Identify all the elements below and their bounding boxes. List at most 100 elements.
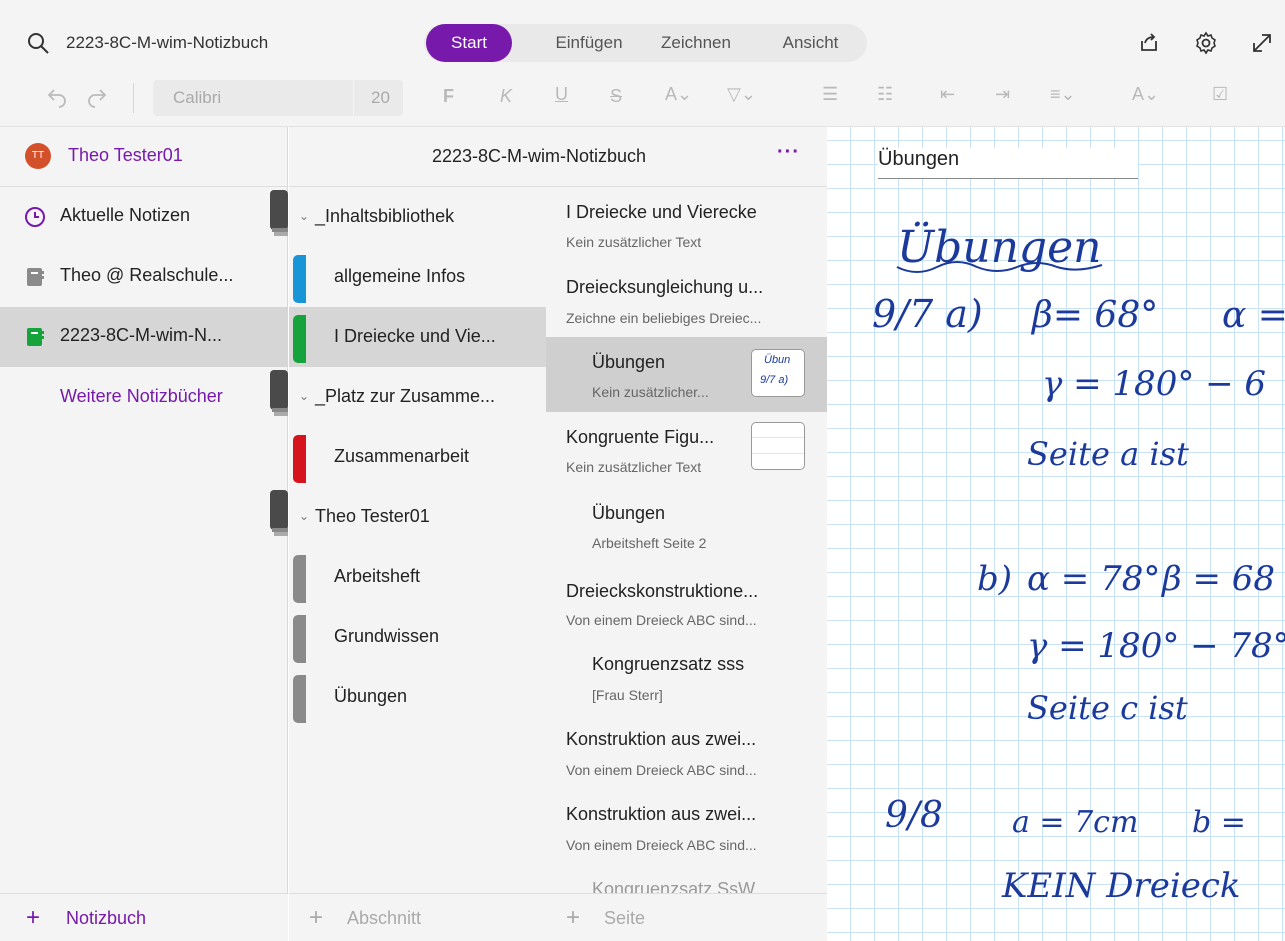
styles-icon[interactable]: A⌄ bbox=[1132, 84, 1159, 105]
section-group-theo[interactable]: ⌄ Theo Tester01 bbox=[289, 487, 546, 547]
add-notebook-button[interactable]: + Notizbuch bbox=[0, 893, 288, 941]
notebook-item-current[interactable]: 2223-8C-M-wim-N... bbox=[0, 307, 288, 367]
page-title: Übungen bbox=[592, 503, 666, 523]
page-item[interactable]: Dreiecksungleichung u... Zeichne ein bel… bbox=[546, 263, 827, 335]
ribbon-tabs: Start Einfügen Zeichnen Ansicht bbox=[424, 24, 867, 62]
page-item[interactable]: Kongruente Figu... Kein zusätzlicher Tex… bbox=[546, 412, 827, 487]
outdent-icon[interactable]: ⇤ bbox=[940, 84, 955, 105]
thumbnail-text: 9/7 a) bbox=[760, 374, 789, 386]
hw-text: α = bbox=[1222, 295, 1285, 336]
page-preview: Zeichne ein beliebiges Dreiec... bbox=[566, 310, 762, 326]
hw-text: 9/8 bbox=[885, 795, 943, 836]
hw-text: b) bbox=[977, 559, 1012, 599]
page-item[interactable]: Dreieckskonstruktione... Von einem Dreie… bbox=[546, 565, 827, 640]
notebook-label: 2223-8C-M-wim-N... bbox=[60, 325, 223, 345]
font-selector[interactable]: Calibri 20 bbox=[153, 80, 403, 116]
section-group-inhaltsbibliothek[interactable]: ⌄ _Inhaltsbibliothek bbox=[289, 187, 546, 247]
page-preview: Von einem Dreieck ABC sind... bbox=[566, 762, 757, 778]
section-color-tab bbox=[293, 555, 306, 603]
clock-icon bbox=[25, 207, 45, 227]
undo-icon[interactable] bbox=[46, 86, 68, 108]
section-item-grundwissen[interactable]: Grundwissen bbox=[289, 607, 546, 667]
bullet-list-icon[interactable]: ☰ bbox=[822, 84, 838, 105]
top-toolbar: 2223-8C-M-wim-Notizbuch Start Einfügen Z… bbox=[0, 0, 1285, 127]
section-color-tab bbox=[293, 675, 306, 723]
chevron-down-icon: ⌄ bbox=[299, 389, 310, 403]
page-title: Konstruktion aus zwei... bbox=[566, 729, 757, 749]
sections-header: 2223-8C-M-wim-Notizbuch ··· bbox=[289, 127, 827, 187]
section-label: Zusammenarbeit bbox=[334, 446, 470, 466]
tab-ansicht[interactable]: Ansicht bbox=[768, 24, 853, 62]
add-section-button[interactable]: + Abschnitt bbox=[289, 893, 546, 941]
hw-text: KEIN Dreieck bbox=[1001, 866, 1240, 906]
page-title-field[interactable]: Übungen bbox=[878, 148, 1138, 179]
section-item-allgemeine-infos[interactable]: allgemeine Infos bbox=[289, 247, 546, 307]
page-title: Dreiecksungleichung u... bbox=[566, 277, 764, 297]
share-icon[interactable] bbox=[1137, 31, 1161, 55]
page-preview: Arbeitsheft Seite 2 bbox=[592, 535, 707, 551]
settings-gear-icon[interactable] bbox=[1194, 31, 1218, 55]
notebook-title: 2223-8C-M-wim-Notizbuch bbox=[66, 33, 269, 52]
tab-zeichnen[interactable]: Zeichnen bbox=[646, 24, 746, 62]
expand-icon[interactable] bbox=[1250, 31, 1274, 55]
account-name[interactable]: Theo Tester01 bbox=[68, 145, 183, 166]
page-preview: Von einem Dreieck ABC sind... bbox=[566, 612, 757, 628]
add-section-label: Abschnitt bbox=[347, 908, 422, 928]
page-item[interactable]: Übungen Arbeitsheft Seite 2 bbox=[546, 490, 827, 560]
highlight-icon[interactable]: ▽⌄ bbox=[727, 84, 756, 105]
page-item[interactable]: Konstruktion aus zwei... Von einem Dreie… bbox=[546, 715, 827, 790]
section-color-tab bbox=[293, 315, 306, 363]
notebook-label: Aktuelle Notizen bbox=[60, 205, 191, 225]
chevron-down-icon: ⌄ bbox=[299, 509, 310, 523]
redo-icon[interactable] bbox=[86, 86, 108, 108]
add-notebook-label: Notizbuch bbox=[66, 908, 147, 928]
more-options-icon[interactable]: ··· bbox=[777, 141, 800, 164]
section-color-tab bbox=[293, 435, 306, 483]
strikethrough-icon[interactable]: S bbox=[610, 86, 622, 107]
section-group-zusammenarbeit[interactable]: ⌄ _Platz zur Zusamme... bbox=[289, 367, 546, 427]
indent-icon[interactable]: ⇥ bbox=[995, 84, 1010, 105]
notebook-label: Theo @ Realschule... bbox=[60, 265, 234, 285]
toolbar-divider bbox=[133, 83, 134, 113]
avatar[interactable]: TT bbox=[25, 143, 51, 169]
page-title: Kongruenzsatz sss bbox=[592, 654, 745, 674]
section-label: Arbeitsheft bbox=[334, 566, 421, 586]
font-color-icon[interactable]: A⌄ bbox=[665, 84, 692, 105]
search-icon[interactable] bbox=[27, 32, 49, 54]
tab-einfuegen[interactable]: Einfügen bbox=[544, 24, 634, 62]
page-item[interactable]: Kongruenzsatz SsW bbox=[546, 865, 827, 893]
notebook-item-recent[interactable]: Aktuelle Notizen bbox=[0, 187, 288, 247]
notebook-item-realschule[interactable]: Theo @ Realschule... bbox=[0, 247, 288, 307]
page-item[interactable]: I Dreiecke und Vierecke Kein zusätzliche… bbox=[546, 187, 827, 250]
hw-text: γ = 180° − 78° bbox=[1027, 626, 1285, 666]
page-preview: Von einem Dreieck ABC sind... bbox=[566, 837, 757, 853]
add-page-button[interactable]: + Seite bbox=[546, 893, 827, 941]
page-preview: [Frau Sterr] bbox=[592, 687, 663, 703]
underline-icon[interactable]: U bbox=[555, 84, 568, 105]
thumbnail-text: Übun bbox=[764, 354, 791, 366]
bold-icon[interactable]: F bbox=[443, 86, 454, 107]
font-size: 20 bbox=[371, 88, 390, 107]
section-group-label: _Inhaltsbibliothek bbox=[315, 206, 455, 226]
align-icon[interactable]: ≡⌄ bbox=[1050, 84, 1076, 105]
page-item[interactable]: Kongruenzsatz sss [Frau Sterr] bbox=[546, 640, 827, 715]
checkbox-tag-icon[interactable]: ☑ bbox=[1212, 84, 1228, 105]
page-item[interactable]: Konstruktion aus zwei... Von einem Dreie… bbox=[546, 790, 827, 865]
section-item-arbeitsheft[interactable]: Arbeitsheft bbox=[289, 547, 546, 607]
more-notebooks-link[interactable]: Weitere Notizbücher bbox=[60, 386, 223, 407]
tab-start[interactable]: Start bbox=[426, 24, 512, 62]
section-label: I Dreiecke und Vie... bbox=[334, 326, 496, 346]
section-item-dreiecke[interactable]: I Dreiecke und Vie... bbox=[289, 307, 546, 367]
note-canvas[interactable]: Übungen 9/7 a) β= 68° α = γ = 180° − 6 S… bbox=[827, 127, 1285, 941]
section-group-label: Theo Tester01 bbox=[315, 506, 430, 526]
plus-icon: + bbox=[26, 904, 41, 931]
page-item-selected[interactable]: Übungen Kein zusätzlicher... Übun 9/7 a) bbox=[546, 337, 827, 412]
numbered-list-icon[interactable]: ☷ bbox=[877, 84, 893, 105]
section-label: Übungen bbox=[334, 686, 408, 706]
italic-icon[interactable]: K bbox=[500, 86, 512, 107]
hw-text: β = 68 bbox=[1160, 559, 1275, 599]
page-title: I Dreiecke und Vierecke bbox=[566, 202, 757, 222]
section-item-zusammenarbeit[interactable]: Zusammenarbeit bbox=[289, 427, 546, 487]
hw-text: a = 7cm bbox=[1012, 805, 1138, 840]
section-item-uebungen[interactable]: Übungen bbox=[289, 667, 546, 727]
